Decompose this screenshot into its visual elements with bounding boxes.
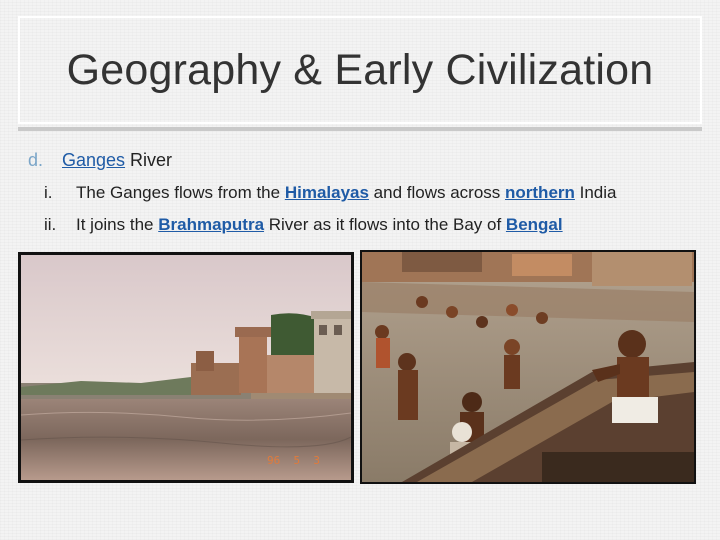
fort-photo-image: [21, 255, 351, 480]
heading-ganges-river: d. Ganges River: [28, 150, 678, 171]
slide-title: Geography & Early Civilization: [66, 45, 654, 94]
title-box: Geography & Early Civilization: [18, 16, 702, 124]
ganges-fort-photo: 96 5 3: [18, 252, 354, 483]
list-item-text: The Ganges flows from the Himalayas and …: [76, 181, 676, 205]
text-segment: India: [574, 183, 617, 202]
text-segment: and flows across: [368, 183, 506, 202]
list-item: i. The Ganges flows from the Himalayas a…: [28, 181, 678, 205]
text-segment: River as it flows into the Bay of: [264, 215, 506, 234]
ganges-bathers-photo: [360, 250, 696, 484]
heading-rest: River: [125, 150, 173, 170]
list-marker: ii.: [44, 215, 57, 234]
northern-link[interactable]: northern: [505, 183, 575, 202]
brahmaputra-link[interactable]: Brahmaputra: [158, 215, 264, 234]
text-segment: The Ganges flows from the: [76, 183, 285, 202]
text-segment: It joins the: [76, 215, 159, 234]
himalayas-link[interactable]: Himalayas: [285, 183, 369, 202]
slide: Geography & Early Civilization d. Ganges…: [0, 0, 720, 540]
list-marker: d.: [28, 150, 44, 170]
ganges-link[interactable]: Ganges: [62, 150, 125, 170]
list-item: ii. It joins the Brahmaputra River as it…: [28, 213, 678, 237]
list-item-text: It joins the Brahmaputra River as it flo…: [76, 213, 563, 237]
photo-date-stamp: 96 5 3: [267, 454, 320, 467]
title-divider: [18, 127, 702, 131]
slide-content: d. Ganges River i. The Ganges flows from…: [28, 150, 678, 237]
list-marker: i.: [44, 183, 53, 202]
bathers-photo-image: [362, 252, 694, 482]
heading-text: Ganges River: [62, 150, 172, 171]
bengal-link[interactable]: Bengal: [506, 215, 563, 234]
